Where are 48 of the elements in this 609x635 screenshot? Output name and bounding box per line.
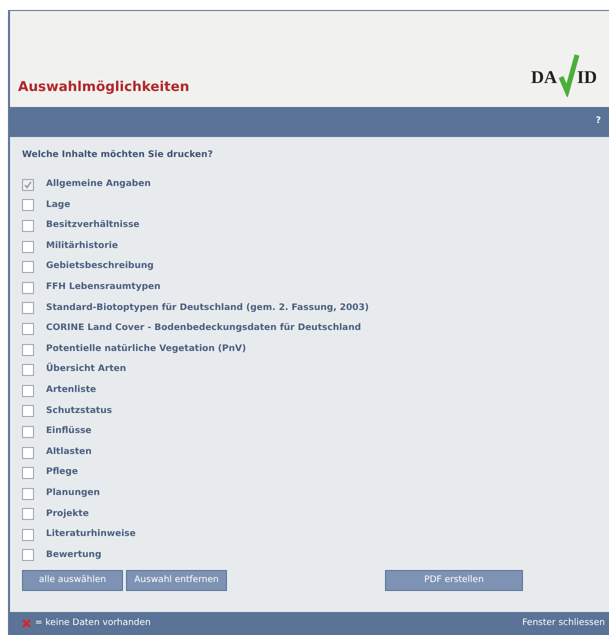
checkbox[interactable]	[22, 178, 34, 191]
checkbox[interactable]	[22, 426, 34, 438]
checkbox[interactable]	[22, 282, 34, 294]
checkbox[interactable]	[22, 344, 34, 356]
checkbox[interactable]	[22, 488, 34, 500]
checkbox[interactable]	[22, 199, 34, 212]
option-label: Standard-Biotoptypen für Deutschland (gem. 2. Fassung, 2003)	[46, 302, 369, 315]
option-label: Pflege	[46, 466, 78, 480]
checkbox[interactable]	[22, 322, 34, 335]
option-label: Besitzverhältnisse	[46, 219, 140, 232]
option-label: Übersicht Arten	[46, 363, 126, 376]
checkbox[interactable]	[22, 364, 34, 376]
option-label: Schutzstatus	[46, 404, 112, 418]
page-title: Auswahlmöglichkeiten	[18, 78, 190, 97]
checkbox[interactable]	[22, 467, 34, 480]
option-label: Einflüsse	[46, 425, 92, 438]
option-label: Planungen	[46, 486, 100, 500]
checkbox[interactable]	[22, 528, 34, 541]
option-label: Literaturhinweise	[46, 528, 136, 542]
select-all-button[interactable]: alle auswählen	[22, 570, 123, 591]
clear-selection-button[interactable]: Auswahl entfernen	[126, 570, 227, 591]
legend-text: = keine Daten vorhanden	[35, 616, 151, 630]
checkbox[interactable]	[22, 384, 34, 397]
close-window-link[interactable]: Fenster schliessen	[522, 616, 605, 630]
checkbox[interactable]	[22, 220, 34, 232]
checkbox[interactable]	[22, 240, 34, 253]
checkbox[interactable]	[22, 446, 34, 459]
option-label: FFH Lebensraumtypen	[46, 281, 161, 294]
question-text: Welche Inhalte möchten Sie drucken?	[22, 149, 213, 162]
checkbox[interactable]	[22, 405, 34, 418]
help-link[interactable]: ?	[596, 115, 601, 129]
checkbox[interactable]	[22, 508, 34, 520]
option-label: Militärhistorie	[46, 240, 118, 253]
checkbox[interactable]	[22, 261, 34, 274]
option-label: Bewertung	[46, 548, 102, 562]
checkbox[interactable]	[22, 302, 34, 314]
logo: DA ID	[531, 51, 601, 97]
cross-icon	[22, 619, 31, 628]
option-label: Artenliste	[46, 384, 96, 397]
option-label: Potentielle natürliche Vegetation (PnV)	[46, 342, 246, 356]
option-label: Projekte	[46, 508, 89, 521]
checkbox[interactable]	[22, 549, 34, 562]
create-pdf-button[interactable]: PDF erstellen	[385, 570, 523, 591]
option-label: CORINE Land Cover - Bodenbedeckungsdaten für Deutschland	[46, 322, 362, 336]
option-label: Gebietsbeschreibung	[46, 260, 154, 274]
option-label: Allgemeine Angaben	[46, 178, 151, 192]
option-label: Altlasten	[46, 446, 92, 459]
option-label: Lage	[46, 198, 70, 212]
